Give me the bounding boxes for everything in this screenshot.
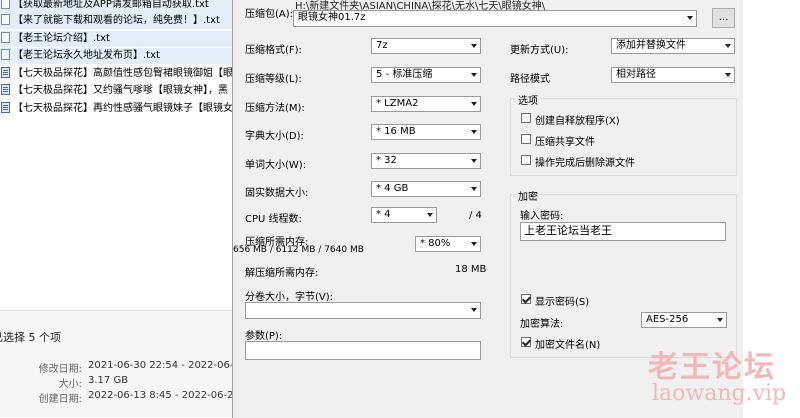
threads-select[interactable]: * 4 [371, 207, 437, 223]
mem-decomp-label: 解压缩所需内存: [245, 268, 319, 279]
params-label: 参数(P): [245, 331, 283, 342]
chevron-down-icon [471, 308, 477, 312]
update-select[interactable]: 添加并替换文件 [611, 38, 735, 54]
browse-button[interactable]: ... [712, 8, 735, 28]
watermark-cn: 老王论坛 [648, 350, 776, 385]
details-pane: 已选择 5 个项 修改日期: 2021-06-30 22:54 - 2022-0… [0, 310, 240, 417]
list-item[interactable]: 【老王论坛介绍】.txt [0, 31, 236, 47]
chevron-down-icon [471, 130, 477, 134]
enc-method-label: 加密算法: [520, 319, 564, 330]
list-item[interactable]: 【获取最新地址及APP请发邮箱自动获取.txt [0, 0, 236, 13]
dict-label: 字典大小(D): [245, 131, 304, 142]
text-file-icon [1, 32, 10, 43]
mem-decomp-value: 18 MB [455, 264, 487, 275]
enc-method-value: AES-256 [646, 314, 689, 325]
enc-method-select[interactable]: AES-256 [641, 312, 727, 328]
level-label: 压缩等级(L): [245, 74, 302, 85]
document-file-icon [1, 84, 10, 95]
level-value: 5 - 标准压缩 [376, 69, 433, 80]
update-label: 更新方式(U): [510, 45, 569, 56]
document-file-icon [1, 102, 10, 113]
solid-select[interactable]: * 4 GB [371, 181, 481, 197]
password-label: 输入密码: [520, 211, 564, 222]
method-value: * LZMA2 [376, 98, 419, 109]
text-file-icon [1, 49, 10, 60]
format-label: 压缩格式(F): [245, 45, 302, 56]
show-password-checkbox[interactable] [521, 294, 531, 304]
delete-checkbox[interactable] [521, 155, 531, 165]
delete-label: 操作完成后删除源文件 [535, 158, 635, 169]
file-list: 【获取最新地址及APP请发邮箱自动获取.txt 【来了就能下载和观看的论坛，纯免… [0, 0, 236, 310]
shared-checkbox[interactable] [521, 134, 531, 144]
path-value: 相对路径 [616, 69, 656, 80]
show-password-label: 显示密码(S) [535, 297, 590, 308]
method-select[interactable]: * LZMA2 [371, 96, 481, 112]
chevron-down-icon [471, 102, 477, 106]
word-select[interactable]: * 32 [371, 153, 481, 169]
word-value: * 32 [376, 155, 397, 166]
list-item[interactable]: 【来了就能下载和观看的论坛，纯免费！】.txt [0, 13, 236, 29]
level-select[interactable]: 5 - 标准压缩 [371, 67, 481, 83]
chevron-down-icon [427, 213, 433, 217]
chevron-down-icon [725, 44, 731, 48]
text-file-icon [1, 14, 10, 25]
threads-label: CPU 线程数: [245, 214, 302, 225]
shared-label: 压缩共享文件 [535, 137, 595, 148]
modified-label: 修改日期: [38, 364, 82, 375]
list-item[interactable]: 【老王论坛永久地址发布页】.txt [0, 48, 236, 64]
archive-name-combo[interactable]: 眼镜女神01.7z [293, 10, 697, 27]
archive-name-value: 眼镜女神01.7z [298, 12, 366, 23]
split-label: 分卷大小，字节(V): [245, 292, 334, 303]
chevron-down-icon [687, 16, 693, 20]
size-label: 大小: [58, 379, 82, 390]
encrypt-names-label: 加密文件名(N) [535, 340, 601, 351]
mem-percent-select[interactable]: * 80% [415, 236, 481, 252]
update-value: 添加并替换文件 [616, 40, 686, 51]
encrypt-names-checkbox[interactable] [521, 337, 531, 347]
chevron-down-icon [471, 159, 477, 163]
options-title: 选项 [516, 92, 540, 107]
modified-value: 2021-06-30 22:54 - 2022-06-1 [88, 360, 240, 371]
selection-status: 已选择 5 个项 [0, 331, 61, 344]
size-value: 3.17 GB [88, 375, 129, 386]
created-value: 2022-06-13 8:45 - 2022-06-28 [88, 390, 240, 401]
chevron-down-icon [725, 73, 731, 77]
chevron-down-icon [471, 73, 477, 77]
dict-select[interactable]: * 16 MB [371, 124, 481, 140]
list-item[interactable]: 【七天极品探花】再约性感骚气眼镜妹子【眼镜女 [0, 101, 236, 117]
threads-total: / 4 [469, 210, 482, 221]
list-item[interactable]: 【七天极品探花】又约骚气嗲嗲【眼镜女神】，黑 [0, 83, 236, 99]
list-item[interactable]: 【七天极品探花】高颜值性感包臀裙眼镜御姐【眼 [0, 66, 236, 82]
chevron-down-icon [471, 187, 477, 191]
solid-value: * 4 GB [376, 183, 409, 194]
params-input[interactable] [245, 341, 481, 360]
encrypt-title: 加密 [516, 188, 540, 203]
threads-value: * 4 [376, 209, 391, 220]
archive-label: 压缩包(A): [245, 9, 294, 20]
watermark-en: laowang.vip [652, 381, 787, 406]
sfx-checkbox[interactable] [521, 113, 531, 123]
chevron-down-icon [471, 44, 477, 48]
path-select[interactable]: 相对路径 [611, 67, 735, 83]
format-value: 7z [376, 40, 388, 51]
chevron-down-icon [717, 318, 723, 322]
sfx-label: 创建自释放程序(X) [535, 116, 620, 127]
text-file-icon [1, 0, 10, 9]
document-file-icon [1, 67, 10, 78]
password-input[interactable]: 上老王论坛当老王 [520, 222, 726, 241]
dict-value: * 16 MB [376, 126, 416, 137]
mem-percent-value: * 80% [420, 238, 451, 249]
method-label: 压缩方法(M): [245, 103, 305, 114]
split-combo[interactable] [245, 302, 481, 319]
mem-comp-value: 656 MB / 6112 MB / 7640 MB [233, 245, 364, 255]
chevron-down-icon [471, 242, 477, 246]
created-label: 创建日期: [38, 394, 82, 405]
word-label: 单词大小(W): [245, 160, 307, 171]
solid-label: 固实数据大小: [245, 188, 309, 199]
path-label: 路径模式 [510, 74, 550, 85]
format-select[interactable]: 7z [371, 38, 481, 54]
